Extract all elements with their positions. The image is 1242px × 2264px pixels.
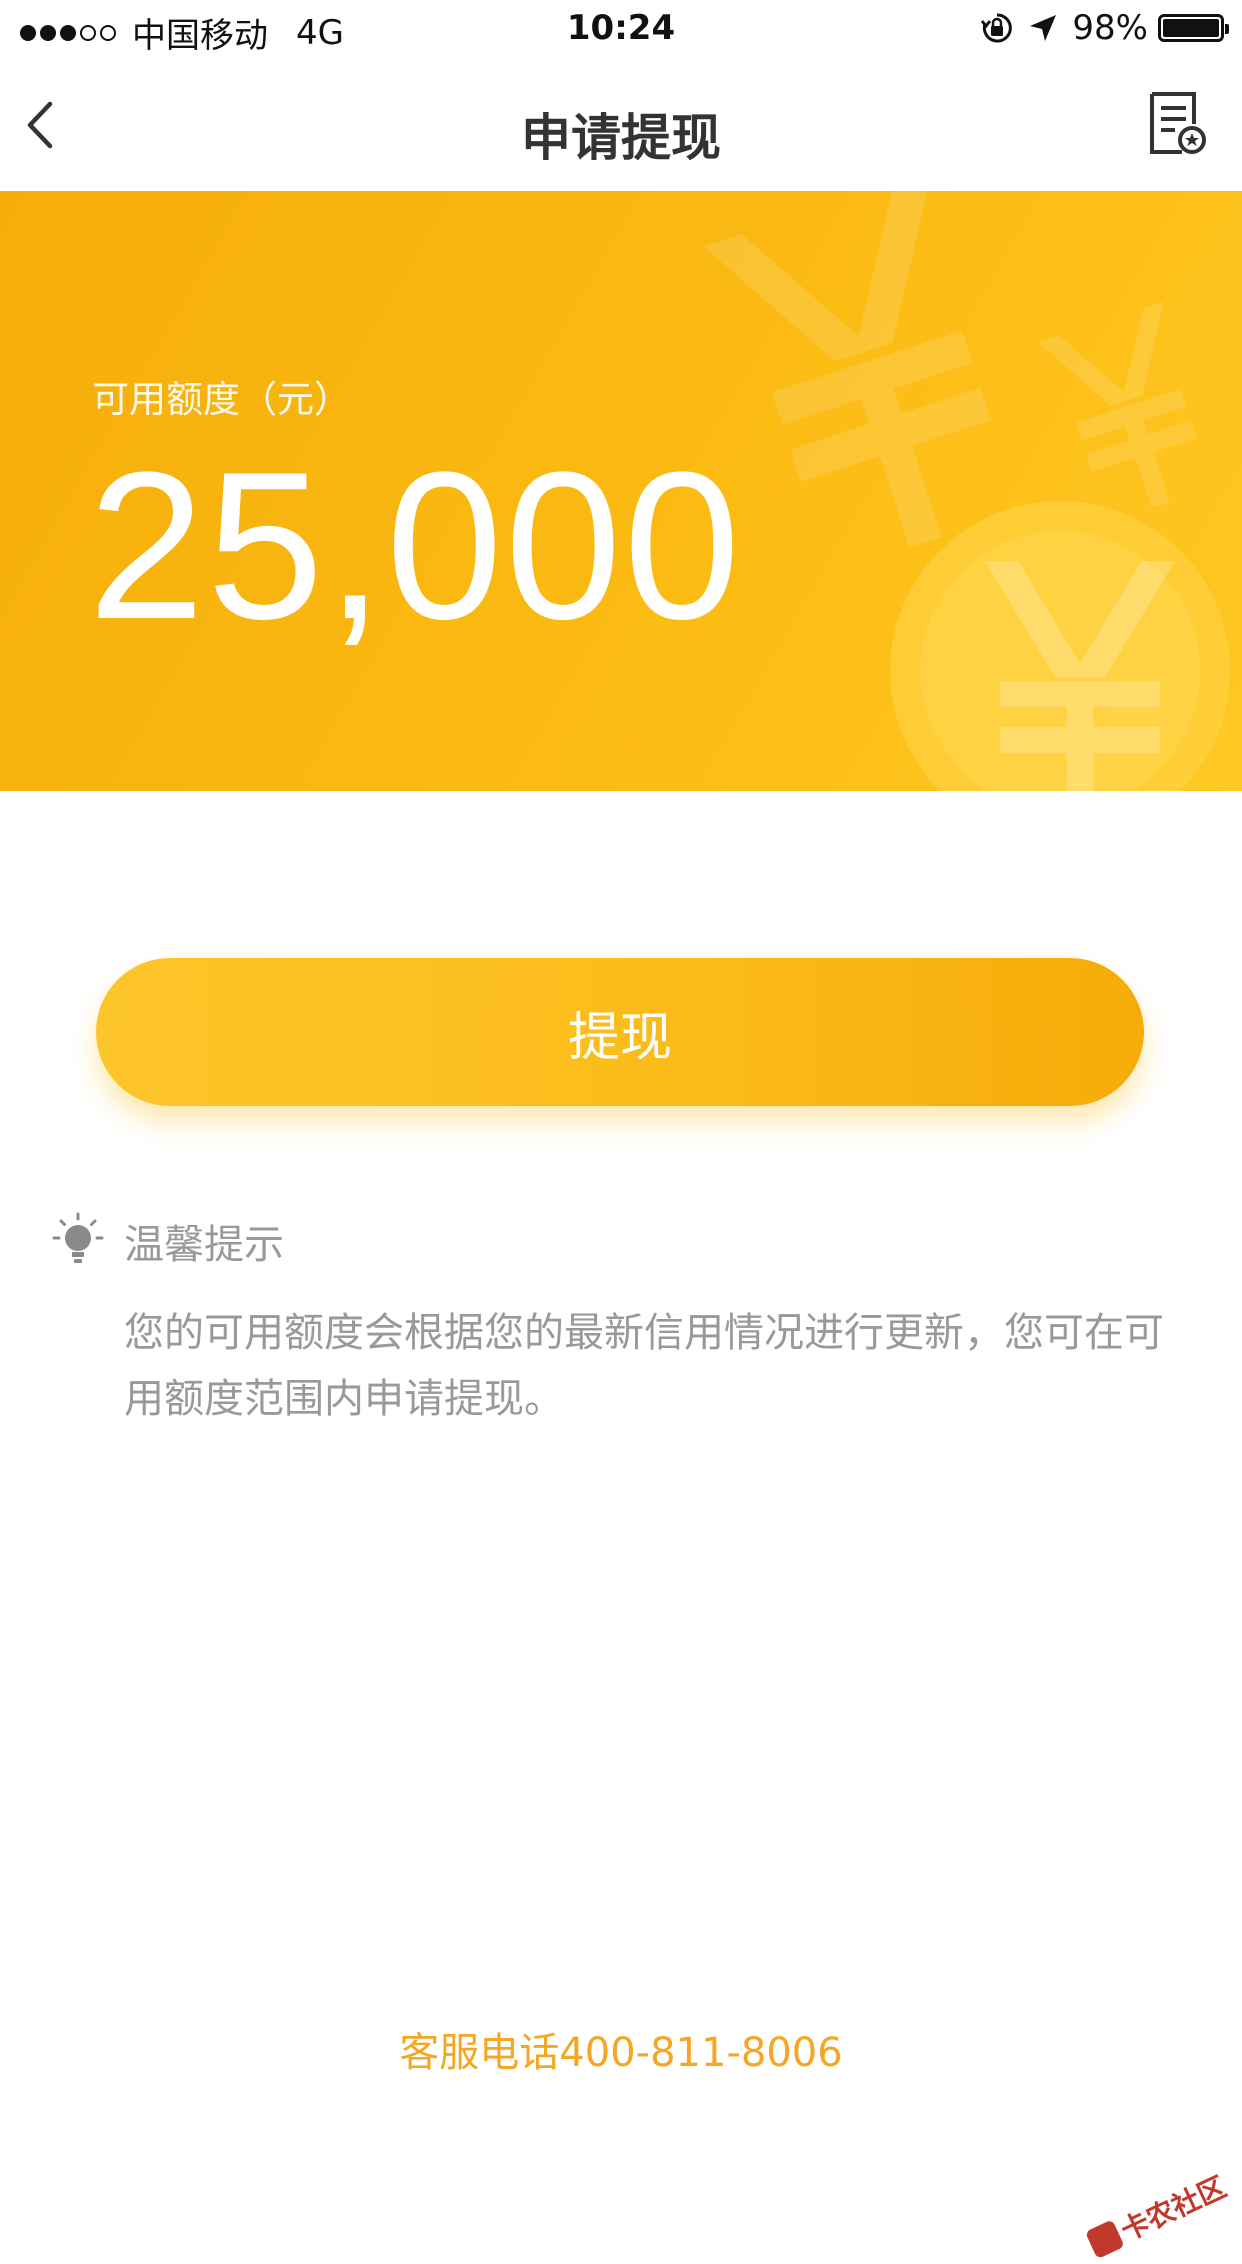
battery-percentage: 98% — [1072, 8, 1148, 48]
status-bar: 中国移动 4G 10:24 98% — [0, 0, 1242, 60]
available-credit-label: 可用额度（元） — [92, 378, 351, 421]
location-arrow-icon — [1030, 15, 1057, 41]
watermark-logo: 卡农社区 — [1083, 2166, 1232, 2264]
credit-banner: 可用额度（元） 25,000 — [0, 191, 1242, 791]
tip-body: 您的可用额度会根据您的最新信用情况进行更新，您可在可用额度范围内申请提现。 — [124, 1310, 1164, 1422]
customer-service-hotline[interactable]: 客服电话400-811-8006 — [0, 2020, 1242, 2078]
lightbulb-icon — [52, 1212, 104, 1263]
rotation-lock-icon — [981, 13, 1013, 43]
available-credit-amount: 25,000 — [88, 428, 743, 663]
withdraw-button[interactable]: 提现 — [96, 958, 1144, 1106]
navigation-bar: 申请提现 — [0, 60, 1242, 190]
tip-title: 温馨提示 — [124, 1222, 284, 1268]
page-title: 申请提现 — [521, 109, 721, 167]
battery-icon — [1158, 14, 1229, 42]
status-right: 98% — [980, 8, 1229, 48]
document-record-icon[interactable] — [1148, 90, 1206, 156]
